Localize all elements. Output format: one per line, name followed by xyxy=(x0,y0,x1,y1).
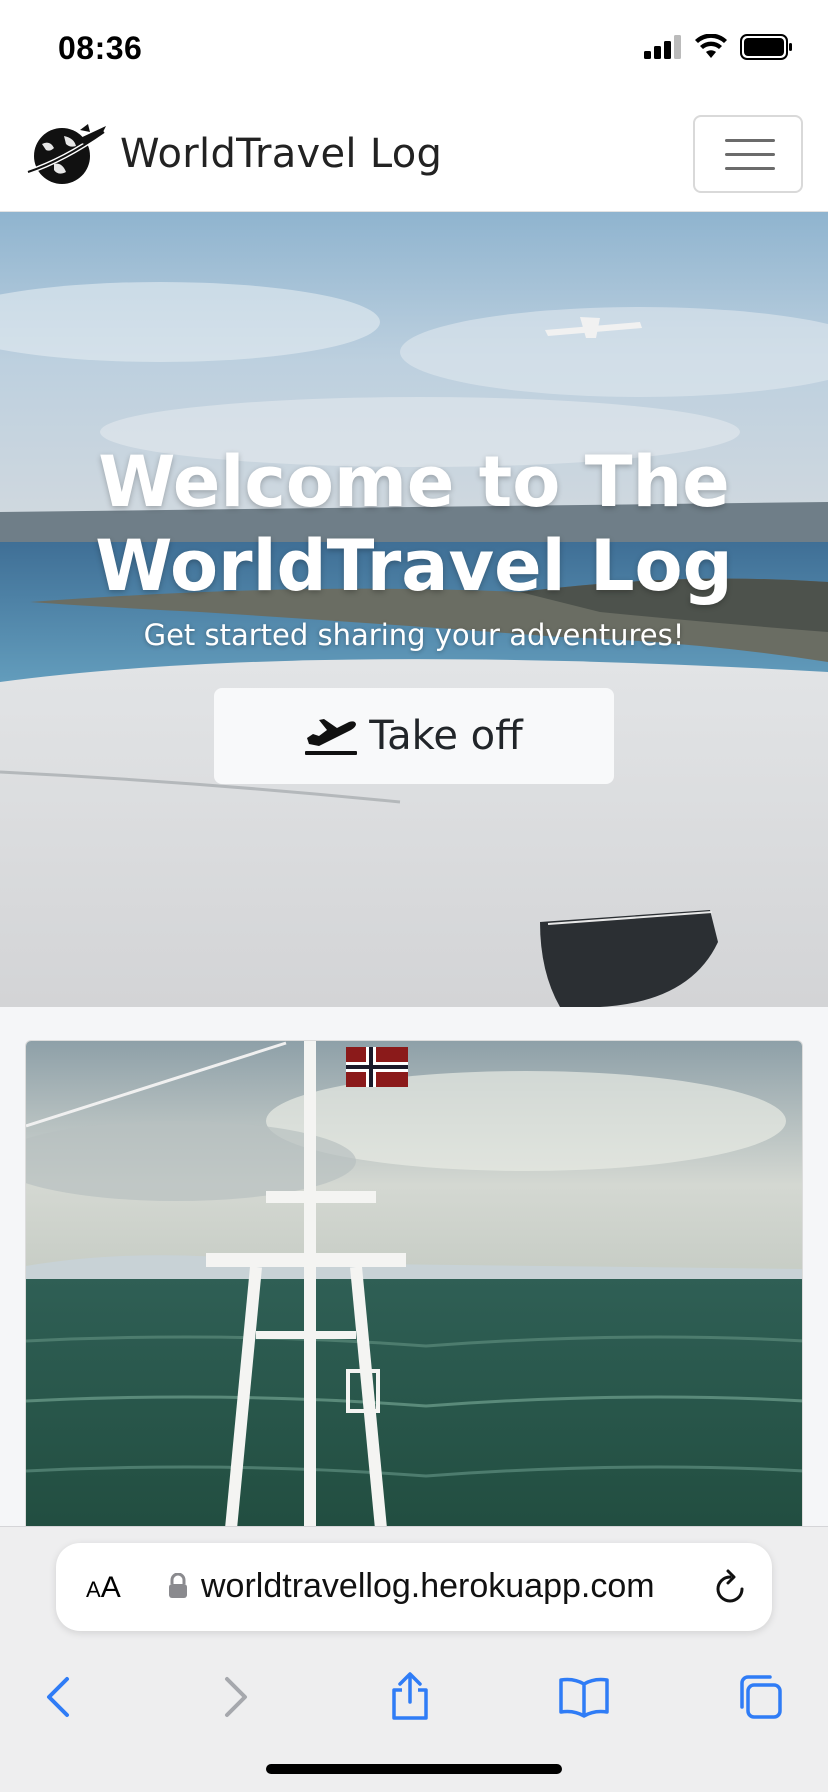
status-bar: 08:36 xyxy=(0,0,828,100)
hero-title: Welcome to The WorldTravel Log xyxy=(0,440,828,608)
chevron-right-icon xyxy=(225,1677,247,1717)
forward-button[interactable] xyxy=(206,1667,266,1727)
back-button[interactable] xyxy=(28,1667,88,1727)
plane-departure-icon xyxy=(305,719,358,755)
chevron-left-icon xyxy=(47,1677,69,1717)
share-icon xyxy=(392,1672,428,1720)
brand-name: WorldTravel Log xyxy=(120,131,443,177)
status-time: 08:36 xyxy=(58,30,143,66)
signal-icon xyxy=(644,35,681,59)
hamburger-icon xyxy=(725,139,775,142)
brand-link[interactable]: WorldTravel Log xyxy=(24,122,442,186)
tabs-icon xyxy=(740,1675,782,1719)
hero-title-line2: WorldTravel Log xyxy=(95,525,733,607)
hero-beach-image xyxy=(0,212,828,1007)
take-off-button[interactable]: Take off xyxy=(214,688,614,784)
address-bar[interactable]: AA worldtravellog.herokuapp.com xyxy=(56,1543,772,1631)
globe-plane-icon xyxy=(27,124,106,184)
text-size-button[interactable]: AA xyxy=(86,1571,121,1605)
hero-title-line1: Welcome to The xyxy=(98,441,730,523)
take-off-label: Take off xyxy=(369,713,523,759)
lock-icon xyxy=(169,1573,187,1598)
menu-toggle-button[interactable] xyxy=(693,115,803,193)
reload-icon[interactable] xyxy=(712,1567,748,1607)
hero-subtitle: Get started sharing your adventures! xyxy=(143,618,685,652)
text-size-large: A xyxy=(100,1571,121,1604)
bookmarks-button[interactable] xyxy=(554,1667,614,1727)
hamburger-line xyxy=(725,153,775,156)
navbar: WorldTravel Log xyxy=(0,100,828,212)
browser-bottom-bar: AA worldtravellog.herokuapp.com xyxy=(0,1526,828,1792)
share-button[interactable] xyxy=(380,1667,440,1727)
wifi-icon xyxy=(695,34,727,58)
post-card[interactable] xyxy=(25,1040,803,1580)
home-indicator xyxy=(266,1764,562,1774)
hamburger-line xyxy=(725,167,775,170)
hero-section: Welcome to The WorldTravel Log Get start… xyxy=(0,212,828,1007)
ship-mast-image xyxy=(26,1041,802,1579)
battery-icon xyxy=(740,34,792,60)
book-icon xyxy=(559,1677,609,1718)
browser-toolbar xyxy=(0,1657,828,1737)
tabs-button[interactable] xyxy=(730,1667,790,1727)
text-size-small: A xyxy=(86,1577,101,1602)
url-text: worldtravellog.herokuapp.com xyxy=(201,1567,655,1605)
status-icons xyxy=(644,34,794,60)
